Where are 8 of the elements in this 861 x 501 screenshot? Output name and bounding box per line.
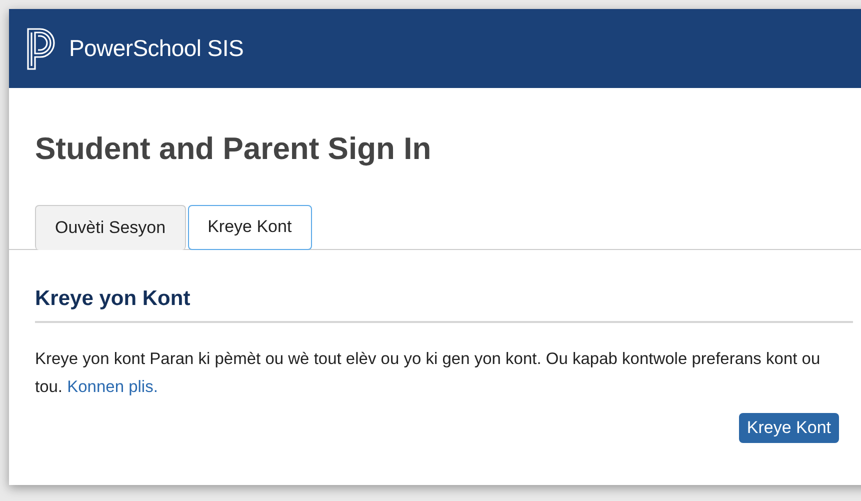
section-heading: Kreye yon Kont (35, 287, 853, 323)
description-text: Kreye yon kont Paran ki pèmèt ou wè tout elèv ou yo ki gen yon kont. Ou kapab kontwole preferans kont ou tou. Konnen plis. (35, 349, 822, 398)
page-title: Student and Parent Sign In (34, 130, 432, 168)
brand-name: PowerSchool SIS (69, 35, 244, 62)
learn-more-link[interactable]: Konnen plis. (67, 378, 158, 396)
create-account-button[interactable]: Kreye Kont (738, 413, 839, 443)
tab[interactable]: Kreye Kont (188, 205, 312, 250)
tab[interactable]: Ouvèti Sesyon (35, 205, 186, 250)
